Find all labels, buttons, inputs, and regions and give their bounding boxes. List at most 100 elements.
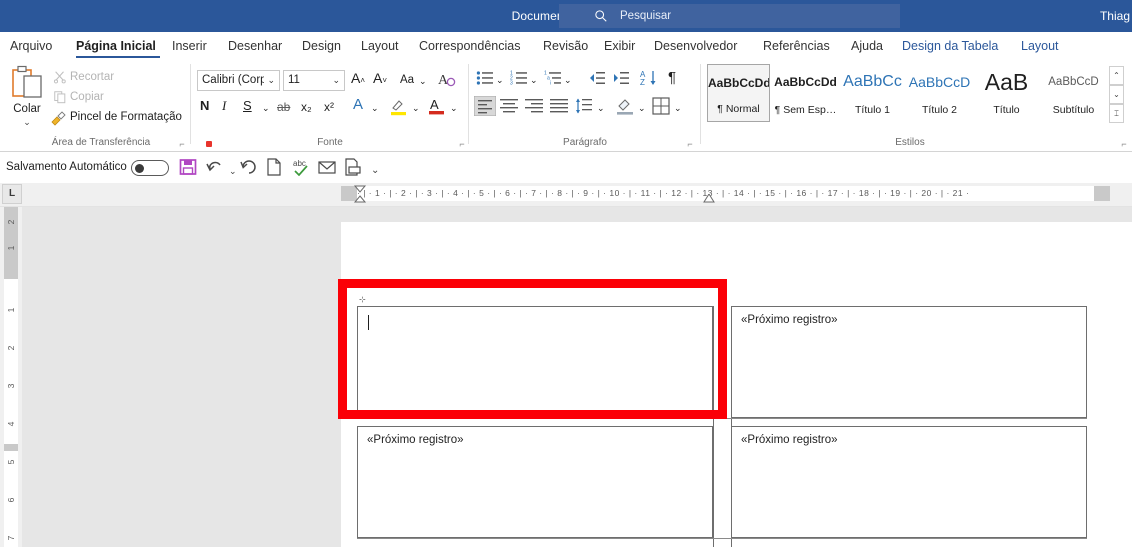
styles-group-label: Estilos xyxy=(895,137,925,148)
svg-text:A: A xyxy=(430,97,439,112)
chevron-down-icon[interactable]: ⌄ xyxy=(597,100,605,116)
style-option-4[interactable]: AaBbCcD Título 2 xyxy=(908,64,971,122)
ribbon-tab-inserir[interactable]: Inserir xyxy=(172,32,216,60)
cut-button[interactable]: Recortar xyxy=(70,69,114,85)
increase-indent-icon[interactable] xyxy=(612,70,630,86)
style-option-1[interactable]: AaBbCcDd ¶ Normal xyxy=(707,64,770,122)
print-preview-button[interactable] xyxy=(344,158,364,178)
font-color-icon[interactable]: A xyxy=(428,96,446,116)
vertical-ruler[interactable]: 2 1 1 2 3 4 5 6 7 xyxy=(0,207,22,547)
indent-markers-icon[interactable] xyxy=(353,185,367,205)
customize-qat-button[interactable]: ⌄ xyxy=(371,163,379,179)
font-name-combo[interactable]: Calibri (Corpo ⌄ xyxy=(197,70,280,91)
ribbon-tab-design-da-tabela[interactable]: Design da Tabela xyxy=(902,32,1007,60)
chevron-down-icon[interactable]: ⌄ xyxy=(564,72,572,88)
envelope-button[interactable] xyxy=(318,158,338,178)
search-input[interactable]: Pesquisar xyxy=(559,4,900,28)
ribbon-tab-desenhar[interactable]: Desenhar xyxy=(228,32,288,60)
sort-az-icon[interactable]: AZ xyxy=(640,69,658,87)
ribbon-tab-arquivo[interactable]: Arquivo xyxy=(10,32,65,60)
ribbon-tab-revis-o[interactable]: Revisão xyxy=(543,32,591,60)
ribbon-tab-desenvolvedor[interactable]: Desenvolvedor xyxy=(654,32,749,60)
borders-icon[interactable] xyxy=(652,97,670,115)
font-size-value: 11 xyxy=(288,74,300,86)
redo-button[interactable] xyxy=(240,158,260,178)
copy-button[interactable]: Copiar xyxy=(70,89,104,105)
chevron-down-icon[interactable]: ⌄ xyxy=(674,100,682,116)
ribbon-tab-design[interactable]: Design xyxy=(302,32,345,60)
justify-icon[interactable] xyxy=(550,98,568,114)
align-center-icon[interactable] xyxy=(500,98,518,114)
style-option-6[interactable]: AaBbCcD Subtítulo xyxy=(1042,64,1105,122)
strikethrough-button[interactable]: ab xyxy=(277,99,290,115)
bullets-icon[interactable] xyxy=(476,70,494,86)
numbering-icon[interactable]: 1 2 3 xyxy=(510,70,528,86)
shrink-font-icon[interactable]: A˅ xyxy=(373,70,387,89)
grow-font-icon[interactable]: A˄ xyxy=(351,70,365,89)
horizontal-ruler[interactable]: · | · 1 · | · 2 · | · 3 · | · 4 · | · 5 … xyxy=(0,183,1132,207)
copy-icon xyxy=(54,91,66,104)
font-size-combo[interactable]: 11 ⌄ xyxy=(283,70,345,91)
autosave-toggle[interactable] xyxy=(131,160,169,176)
show-formatting-marks-button[interactable]: ¶ xyxy=(668,70,676,86)
label-cell-r2c1[interactable]: «Próximo registro» xyxy=(357,426,713,538)
tab-stop-selector[interactable]: L xyxy=(2,184,22,204)
styles-more-button[interactable]: ⌶ xyxy=(1109,104,1124,123)
chevron-down-icon[interactable]: ⌄ xyxy=(496,72,504,88)
spelling-button[interactable]: abc xyxy=(292,158,312,178)
undo-dropdown-button[interactable]: ⌄ xyxy=(229,163,237,179)
style-option-3[interactable]: AaBbCc Título 1 xyxy=(841,64,904,122)
clear-formatting-icon[interactable]: A xyxy=(438,70,456,88)
save-button[interactable] xyxy=(179,158,199,178)
style-name: Título 1 xyxy=(854,104,891,116)
multilevel-list-icon[interactable]: 1 a i xyxy=(544,70,562,86)
underline-button[interactable]: S xyxy=(243,98,252,114)
decrease-indent-icon[interactable] xyxy=(588,70,606,86)
text-effects-button[interactable]: A xyxy=(353,97,363,113)
ribbon-tab-ajuda[interactable]: Ajuda xyxy=(851,32,889,60)
ribbon-tab-exibir[interactable]: Exibir xyxy=(604,32,641,60)
chevron-down-icon[interactable]: ⌄ xyxy=(419,73,427,89)
format-painter-button[interactable]: Pincel de Formatação xyxy=(70,109,182,125)
paragraph-dialog-launcher[interactable]: ⌐ xyxy=(684,138,696,150)
highlight-icon[interactable] xyxy=(390,97,408,116)
quick-access-toolbar: Salvamento Automático ⌄ abc ⌄ xyxy=(0,152,1132,183)
styles-dialog-launcher[interactable]: ⌐ xyxy=(1118,138,1130,150)
undo-button[interactable] xyxy=(205,158,225,178)
table-row-divider xyxy=(357,538,1087,539)
label-cell-r2c2[interactable]: «Próximo registro» xyxy=(731,426,1087,538)
subscript-button[interactable]: x₂ xyxy=(301,99,312,115)
align-left-icon[interactable] xyxy=(474,96,496,116)
style-option-2[interactable]: AaBbCcDd ¶ Sem Esp… xyxy=(774,64,837,122)
italic-button[interactable]: I xyxy=(222,98,226,114)
chevron-down-icon[interactable]: ⌄ xyxy=(450,100,458,116)
hanging-indent-marker-icon[interactable] xyxy=(703,194,715,204)
chevron-down-icon[interactable]: ⌄ xyxy=(412,100,420,116)
ribbon-tab-refer-ncias[interactable]: Referências xyxy=(763,32,839,60)
clipboard-dialog-launcher[interactable]: ⌐ xyxy=(176,138,188,150)
paste-dropdown-caret[interactable]: ⌄ xyxy=(6,116,48,128)
new-document-button[interactable] xyxy=(266,158,286,178)
bold-button[interactable]: N xyxy=(200,98,209,114)
line-spacing-icon[interactable] xyxy=(575,97,593,115)
ribbon-tab-correspond-ncias[interactable]: Correspondências xyxy=(419,32,531,60)
ribbon-tab-layout[interactable]: Layout xyxy=(1021,32,1066,60)
chevron-down-icon[interactable]: ⌄ xyxy=(530,72,538,88)
ribbon-tab-layout[interactable]: Layout xyxy=(361,32,406,60)
superscript-button[interactable]: x² xyxy=(324,99,334,115)
styles-scroll-down-button[interactable]: ⌄ xyxy=(1109,85,1124,104)
label-cell-r1c2[interactable]: «Próximo registro» xyxy=(731,306,1087,418)
chevron-down-icon: ⌄ xyxy=(267,75,275,85)
shading-icon[interactable] xyxy=(616,97,634,115)
account-name[interactable]: Thiag xyxy=(1100,0,1132,32)
chevron-down-icon[interactable]: ⌄ xyxy=(638,100,646,116)
align-right-icon[interactable] xyxy=(525,98,543,114)
change-case-button[interactable]: Aa xyxy=(400,72,414,88)
ribbon-tab-p-gina-inicial[interactable]: Página Inicial xyxy=(76,32,160,60)
underline-dropdown-icon[interactable]: ⌄ xyxy=(262,100,270,116)
styles-scroll-up-button[interactable]: ⌃ xyxy=(1109,66,1124,85)
font-dialog-launcher[interactable]: ⌐ xyxy=(456,138,468,150)
document-canvas[interactable]: «Próximo registro» «Próximo registro» «Pró… xyxy=(22,207,1132,547)
chevron-down-icon[interactable]: ⌄ xyxy=(371,100,379,116)
style-option-5[interactable]: AaB Título xyxy=(975,64,1038,122)
